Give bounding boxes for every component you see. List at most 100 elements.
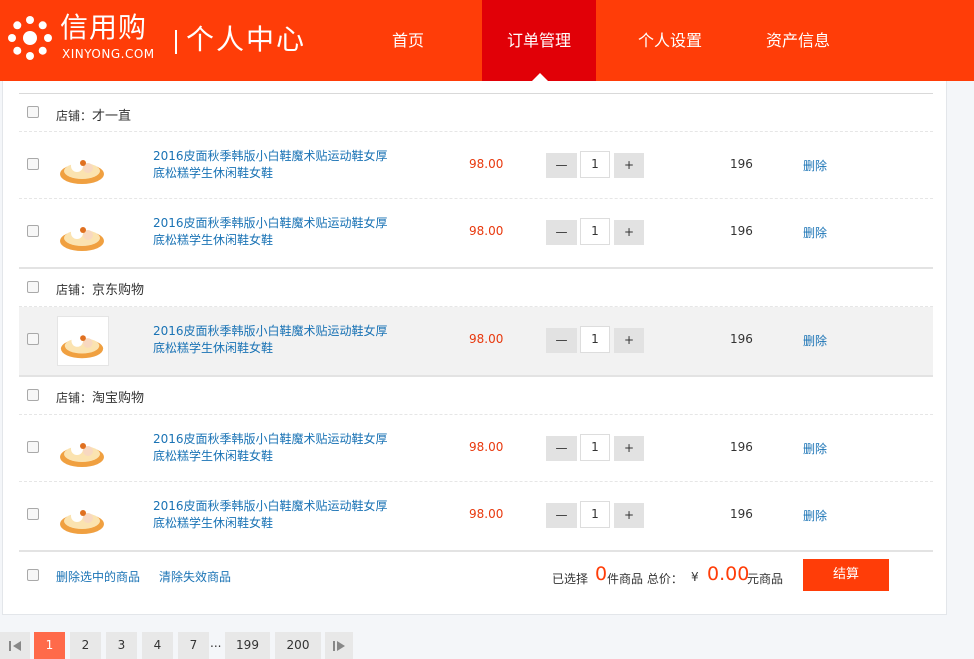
delete-item-link[interactable]: 删除 <box>803 440 827 457</box>
unit-price: 98.00 <box>469 157 504 171</box>
quantity-decrease-button[interactable]: — <box>546 436 577 461</box>
store-name: 才一直 <box>92 109 132 124</box>
product-thumbnail[interactable] <box>57 316 109 366</box>
page-4[interactable]: 4 <box>142 632 173 659</box>
product-thumbnail[interactable] <box>57 208 109 258</box>
nav-home[interactable]: 首页 <box>356 0 460 81</box>
product-title[interactable]: 2016皮面秋季韩版小白鞋魔术贴运动鞋女厚底松糕学生休闲鞋女鞋 <box>153 215 393 249</box>
page-1[interactable]: 1 <box>34 632 65 659</box>
quantity-decrease-button[interactable]: — <box>546 220 577 245</box>
brand-name: 信用购 <box>60 11 148 44</box>
product-thumbnail[interactable] <box>57 141 109 191</box>
product-title[interactable]: 2016皮面秋季韩版小白鞋魔术贴运动鞋女厚底松糕学生休闲鞋女鞋 <box>153 498 393 532</box>
store-name: 京东购物 <box>92 283 145 298</box>
cart-item: 2016皮面秋季韩版小白鞋魔术贴运动鞋女厚底松糕学生休闲鞋女鞋 98.00 — … <box>19 307 933 375</box>
unit-price: 98.00 <box>469 332 504 346</box>
page-7[interactable]: 7 <box>178 632 209 659</box>
cart-item: 2016皮面秋季韩版小白鞋魔术贴运动鞋女厚底松糕学生休闲鞋女鞋 98.00 — … <box>19 482 933 548</box>
quantity-increase-button[interactable]: + <box>614 436 644 461</box>
cart-item: 2016皮面秋季韩版小白鞋魔术贴运动鞋女厚底松糕学生休闲鞋女鞋 98.00 — … <box>19 199 933 265</box>
brand-divider <box>175 30 177 54</box>
delete-selected-link[interactable]: 删除选中的商品 <box>56 568 140 585</box>
quantity-decrease-button[interactable]: — <box>546 503 577 528</box>
divider <box>19 375 933 377</box>
prev-icon <box>9 640 21 651</box>
item-subtotal: 196 <box>730 440 753 454</box>
selected-count: 0 <box>595 563 608 585</box>
quantity-input[interactable]: 1 <box>580 501 610 528</box>
next-page-button[interactable] <box>325 632 353 659</box>
unit-price: 98.00 <box>469 224 504 238</box>
brand-domain: XINYONG.COM <box>62 47 155 61</box>
clear-invalid-link[interactable]: 清除失效商品 <box>159 568 231 585</box>
quantity-input[interactable]: 1 <box>580 151 610 178</box>
store-header: 店铺：淘宝购物 <box>56 387 144 406</box>
page-199[interactable]: 199 <box>225 632 270 659</box>
store-prefix: 店铺： <box>56 391 93 405</box>
quantity-decrease-button[interactable]: — <box>546 153 577 178</box>
store-checkbox[interactable] <box>27 389 39 401</box>
delete-item-link[interactable]: 删除 <box>803 157 827 174</box>
product-thumbnail[interactable] <box>57 491 109 541</box>
store-prefix: 店铺： <box>56 109 93 123</box>
section-title: 个人中心 <box>186 23 307 56</box>
delete-item-link[interactable]: 删除 <box>803 507 827 524</box>
cart-item: 2016皮面秋季韩版小白鞋魔术贴运动鞋女厚底松糕学生休闲鞋女鞋 98.00 — … <box>19 415 933 481</box>
checkout-button[interactable]: 结算 <box>803 559 889 591</box>
store-checkbox[interactable] <box>27 106 39 118</box>
quantity-increase-button[interactable]: + <box>614 153 644 178</box>
currency-symbol: ¥ <box>691 570 699 584</box>
item-checkbox[interactable] <box>27 333 39 345</box>
top-header: 信用购 XINYONG.COM 个人中心 首页 订单管理 个人设置 资产信息 <box>0 0 974 81</box>
selected-prefix: 已选择 <box>552 572 589 586</box>
item-subtotal: 196 <box>730 224 753 238</box>
page-2[interactable]: 2 <box>70 632 101 659</box>
divider <box>19 550 933 552</box>
delete-item-link[interactable]: 删除 <box>803 332 827 349</box>
unit-price: 98.00 <box>469 440 504 454</box>
page-200[interactable]: 200 <box>275 632 321 659</box>
product-title[interactable]: 2016皮面秋季韩版小白鞋魔术贴运动鞋女厚底松糕学生休闲鞋女鞋 <box>153 431 393 465</box>
quantity-decrease-button[interactable]: — <box>546 328 577 353</box>
divider <box>19 93 933 94</box>
item-checkbox[interactable] <box>27 508 39 520</box>
delete-item-link[interactable]: 删除 <box>803 224 827 241</box>
item-subtotal: 196 <box>730 332 753 346</box>
quantity-increase-button[interactable]: + <box>614 328 644 353</box>
item-checkbox[interactable] <box>27 441 39 453</box>
unit-price: 98.00 <box>469 507 504 521</box>
store-prefix: 店铺： <box>56 283 93 297</box>
nav-order-management[interactable]: 订单管理 <box>482 0 596 81</box>
prev-page-button[interactable] <box>0 632 30 659</box>
logo-icon <box>8 16 52 60</box>
quantity-input[interactable]: 1 <box>580 434 610 461</box>
item-checkbox[interactable] <box>27 158 39 170</box>
total-price: 0.00 <box>707 563 750 585</box>
store-checkbox[interactable] <box>27 281 39 293</box>
product-title[interactable]: 2016皮面秋季韩版小白鞋魔术贴运动鞋女厚底松糕学生休闲鞋女鞋 <box>153 148 393 182</box>
product-title[interactable]: 2016皮面秋季韩版小白鞋魔术贴运动鞋女厚底松糕学生休闲鞋女鞋 <box>153 323 393 357</box>
store-name: 淘宝购物 <box>92 391 145 406</box>
quantity-increase-button[interactable]: + <box>614 503 644 528</box>
cart-item: 2016皮面秋季韩版小白鞋魔术贴运动鞋女厚底松糕学生休闲鞋女鞋 98.00 — … <box>19 132 933 198</box>
selected-suffix: 件商品 总价： <box>607 572 683 586</box>
store-header: 店铺：京东购物 <box>56 279 144 298</box>
item-checkbox[interactable] <box>27 225 39 237</box>
product-thumbnail[interactable] <box>57 424 109 474</box>
divider <box>19 267 933 269</box>
select-all-checkbox[interactable] <box>27 569 39 581</box>
cart-panel: 店铺：才一直 2016皮面秋季韩版小白鞋魔术贴运动鞋女厚底松糕学生休闲鞋女鞋 9… <box>2 81 947 615</box>
nav-asset-info[interactable]: 资产信息 <box>746 0 850 81</box>
store-header: 店铺：才一直 <box>56 105 131 124</box>
item-subtotal: 196 <box>730 507 753 521</box>
total-unit: 元商品 <box>747 572 784 586</box>
nav-personal-settings[interactable]: 个人设置 <box>618 0 722 81</box>
quantity-increase-button[interactable]: + <box>614 220 644 245</box>
page-ellipsis: ... <box>210 636 222 650</box>
page-3[interactable]: 3 <box>106 632 137 659</box>
next-icon <box>333 640 345 651</box>
active-nav-caret <box>532 73 548 81</box>
quantity-input[interactable]: 1 <box>580 218 610 245</box>
item-subtotal: 196 <box>730 157 753 171</box>
quantity-input[interactable]: 1 <box>580 326 610 353</box>
